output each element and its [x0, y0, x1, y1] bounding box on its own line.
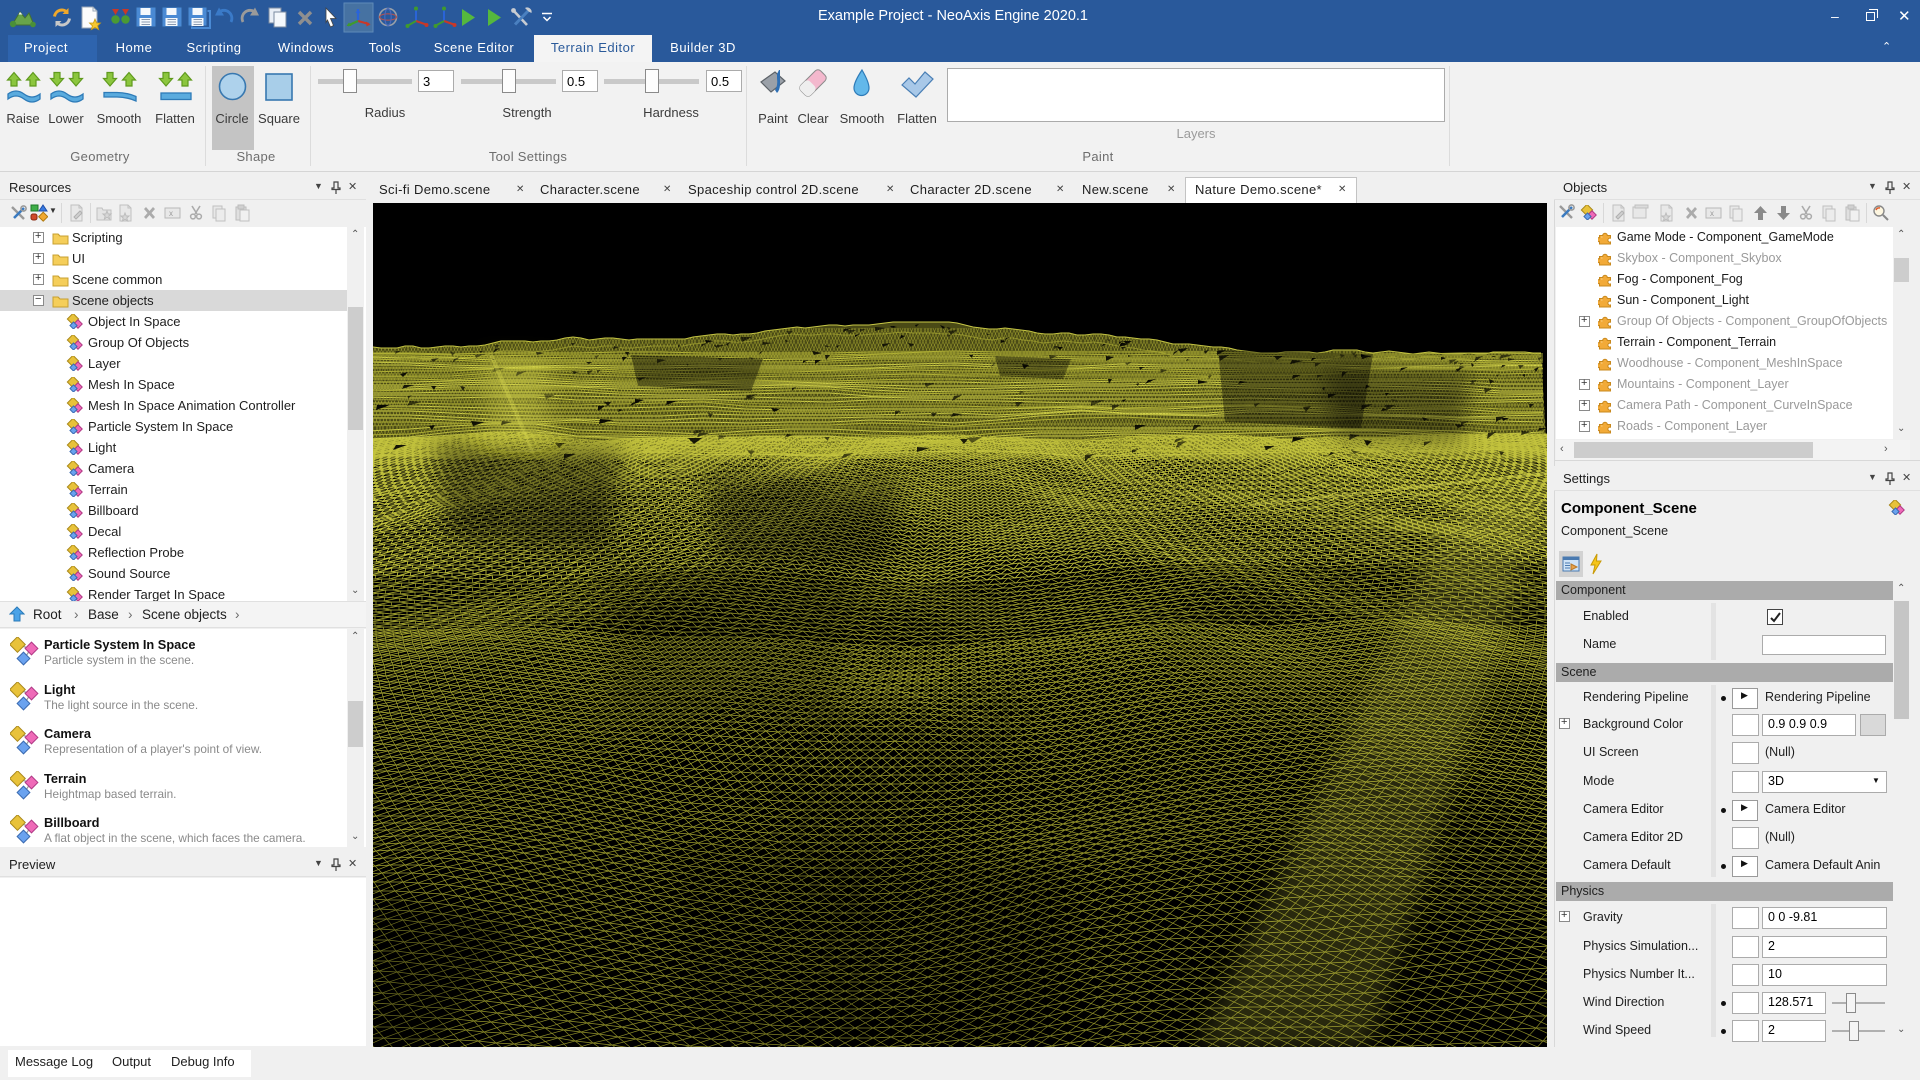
svg-text:x: x [169, 209, 173, 218]
svg-text:x: x [1710, 209, 1714, 218]
